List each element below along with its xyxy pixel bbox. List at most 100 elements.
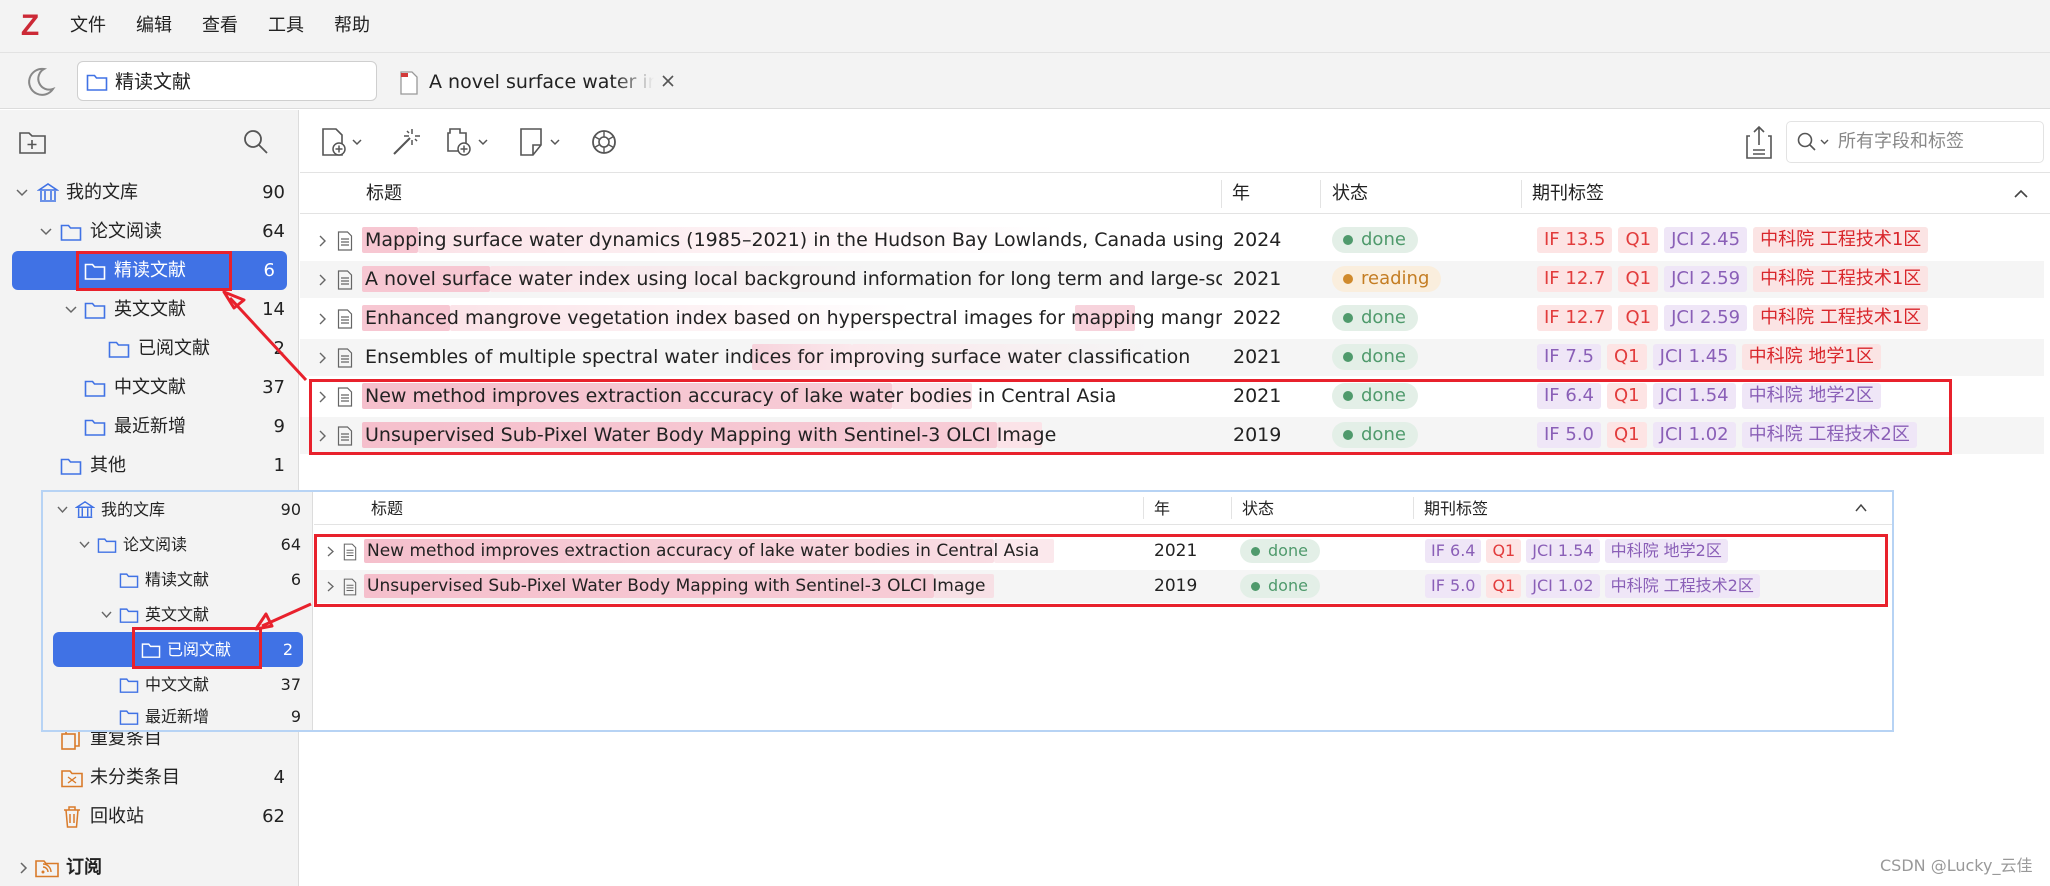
- chevron-right-icon[interactable]: [318, 313, 328, 325]
- new-item-button[interactable]: [320, 127, 368, 157]
- chevron-down-icon[interactable]: [40, 226, 52, 238]
- inset-tree-chinese[interactable]: 中文文献 37: [53, 667, 308, 702]
- add-attachment-button[interactable]: [442, 127, 494, 157]
- tree-english[interactable]: 英文文献 14: [12, 290, 287, 329]
- table-row[interactable]: Enhanced mangrove vegetation index based…: [300, 300, 2044, 337]
- tab-library-label: 精读文献: [115, 71, 192, 93]
- tree-unfiled[interactable]: 未分类条目 4: [12, 758, 287, 797]
- inset-tree-paper-reading[interactable]: 论文阅读 64: [53, 527, 308, 562]
- column-status[interactable]: 状态: [1242, 495, 1274, 523]
- chevron-down-icon[interactable]: [57, 504, 68, 515]
- tree-count: 4: [273, 767, 285, 788]
- status-text: done: [1361, 346, 1406, 367]
- tree-count: 62: [262, 806, 285, 827]
- tab-reader-label[interactable]: A novel surface water index using local …: [429, 69, 654, 95]
- tree-count: 9: [273, 416, 285, 437]
- inset-tree-my-library[interactable]: 我的文库 90: [53, 492, 308, 527]
- tag-jci: JCI 2.59: [1664, 305, 1748, 331]
- menu-file[interactable]: 文件: [70, 12, 106, 40]
- menu-view[interactable]: 查看: [202, 12, 238, 40]
- tree-label: 其他: [90, 455, 126, 476]
- status-badge: done: [1332, 344, 1418, 370]
- item-title-text: Enhanced mangrove vegetation index based…: [365, 307, 1222, 329]
- column-status[interactable]: 状态: [1332, 180, 1368, 208]
- tag-jci: JCI 2.45: [1664, 227, 1748, 253]
- column-divider[interactable]: [1320, 180, 1321, 208]
- tree-feeds[interactable]: 订阅: [12, 848, 287, 886]
- chevron-up-icon[interactable]: [2014, 188, 2028, 200]
- library-icon: [37, 183, 59, 202]
- new-note-button[interactable]: [518, 127, 566, 157]
- column-year[interactable]: 年: [1232, 180, 1250, 208]
- tree-count: 1: [273, 455, 285, 476]
- column-divider[interactable]: [1521, 180, 1522, 208]
- column-divider[interactable]: [1221, 180, 1222, 208]
- tag-jci: JCI 2.59: [1664, 266, 1748, 292]
- tree-trash[interactable]: 回收站 62: [12, 797, 287, 836]
- tree-my-library[interactable]: 我的文库 90: [12, 173, 287, 212]
- chevron-right-icon[interactable]: [318, 235, 328, 247]
- folder-icon: [60, 224, 82, 241]
- tree-label: 未分类条目: [90, 767, 180, 788]
- tree-label: 中文文献: [145, 675, 210, 694]
- sync-icon[interactable]: [1744, 124, 1774, 160]
- tree-label: 论文阅读: [90, 221, 162, 242]
- annotation-box-items: [309, 379, 1952, 455]
- inset-column-header-row: [314, 492, 1892, 525]
- tree-count: 64: [280, 535, 301, 554]
- table-row[interactable]: A novel surface water index using local …: [300, 261, 2044, 298]
- column-divider[interactable]: [1413, 497, 1414, 519]
- library-icon: [75, 500, 95, 518]
- column-title[interactable]: 标题: [371, 495, 403, 523]
- chatgpt-icon[interactable]: [588, 126, 620, 158]
- menu-edit[interactable]: 编辑: [136, 12, 172, 40]
- tree-label: 回收站: [90, 806, 144, 827]
- new-collection-icon[interactable]: [18, 128, 48, 156]
- column-divider[interactable]: [1143, 497, 1144, 519]
- column-tags[interactable]: 期刊标签: [1424, 495, 1488, 523]
- tree-count: 2: [273, 338, 285, 359]
- tree-read[interactable]: 已阅文献 2: [12, 329, 287, 368]
- app-logo[interactable]: Z: [14, 8, 46, 44]
- item-title: A novel surface water index using local …: [362, 261, 1222, 297]
- chevron-down-icon[interactable]: [16, 187, 28, 199]
- tag-if: IF 13.5: [1537, 227, 1613, 253]
- column-tags[interactable]: 期刊标签: [1532, 180, 1604, 208]
- table-row[interactable]: Mapping surface water dynamics (1985–202…: [300, 222, 2044, 259]
- menu-tools[interactable]: 工具: [268, 12, 304, 40]
- column-year[interactable]: 年: [1154, 495, 1170, 523]
- magic-wand-icon[interactable]: [390, 126, 422, 158]
- column-divider[interactable]: [1231, 497, 1232, 519]
- tag-if: IF 7.5: [1537, 344, 1602, 370]
- inset-tree-recent[interactable]: 最近新增 9: [53, 699, 308, 730]
- tree-paper-reading[interactable]: 论文阅读 64: [12, 212, 287, 251]
- status-badge: reading: [1332, 266, 1442, 292]
- search-icon[interactable]: [242, 128, 270, 156]
- journal-tags: IF 13.5 Q1 JCI 2.45 中科院 工程技术1区: [1537, 227, 1934, 253]
- tree-label: 最近新增: [114, 416, 186, 437]
- menu-help[interactable]: 帮助: [334, 12, 370, 40]
- tree-chinese[interactable]: 中文文献 37: [12, 368, 287, 407]
- chevron-right-icon[interactable]: [318, 274, 328, 286]
- folder-icon: [60, 458, 82, 475]
- folder-icon: [84, 380, 106, 397]
- tree-recent[interactable]: 最近新增 9: [12, 407, 287, 446]
- search-mode-icon[interactable]: [1796, 131, 1834, 153]
- chevron-right-icon[interactable]: [18, 862, 30, 874]
- tree-count: 90: [280, 500, 301, 519]
- moon-icon[interactable]: [22, 64, 58, 100]
- chevron-down-icon[interactable]: [79, 539, 90, 550]
- tag-quartile: Q1: [1618, 266, 1659, 292]
- chevron-right-icon[interactable]: [318, 352, 328, 364]
- chevron-down-icon[interactable]: [65, 304, 77, 316]
- pdf-icon: [399, 71, 419, 95]
- chevron-down-icon[interactable]: [101, 609, 112, 620]
- inset-tree-intensive-reading[interactable]: 精读文献 6: [53, 562, 308, 597]
- close-tab-icon[interactable]: [659, 72, 677, 90]
- column-title[interactable]: 标题: [366, 180, 402, 208]
- folder-icon: [108, 341, 130, 358]
- table-row[interactable]: Ensembles of multiple spectral water ind…: [300, 339, 2044, 376]
- folder-icon: [86, 72, 108, 92]
- chevron-up-icon[interactable]: [1855, 503, 1867, 513]
- tree-other[interactable]: 其他 1: [12, 446, 287, 485]
